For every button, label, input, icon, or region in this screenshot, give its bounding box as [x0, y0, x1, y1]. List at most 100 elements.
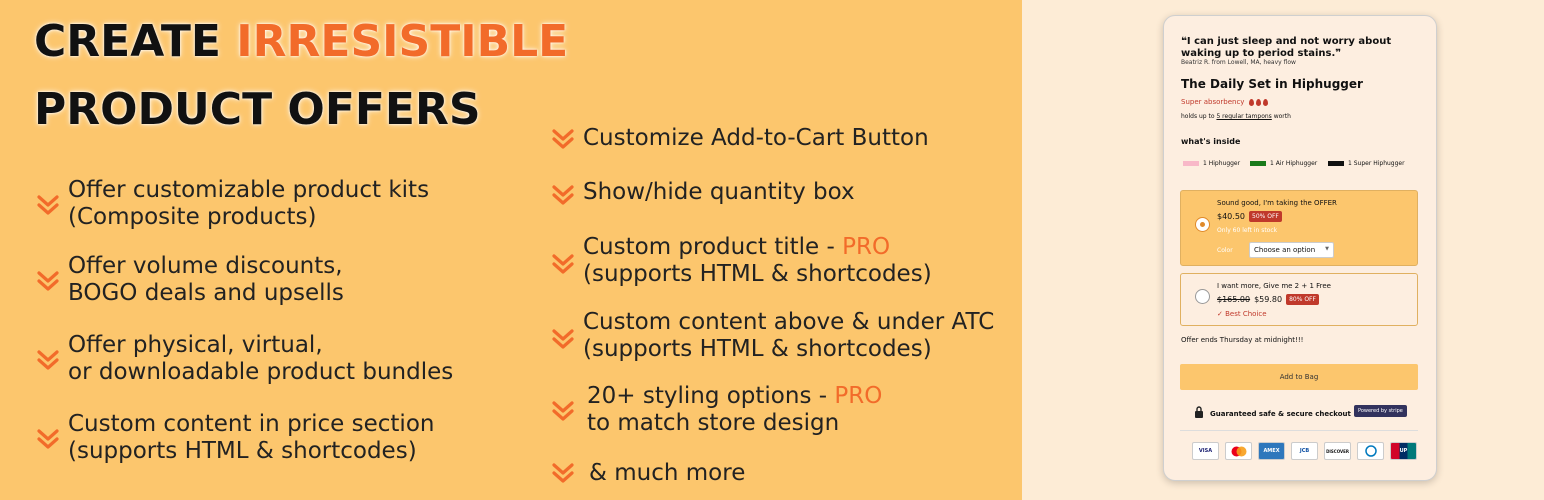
swatch-color [1250, 161, 1266, 166]
stock-text: Only 60 left in stock [1217, 227, 1278, 234]
double-chevron-icon [551, 461, 575, 485]
holds-link[interactable]: 5 regular tampons [1216, 113, 1271, 120]
feature-text: Offer physical, virtual, [68, 332, 323, 358]
best-choice-label: ✓ Best Choice [1217, 310, 1267, 318]
jcb-icon: JCB [1291, 442, 1318, 460]
secure-checkout: Guaranteed safe & secure checkout [1194, 406, 1351, 421]
swatch-color [1328, 161, 1344, 166]
divider [1180, 430, 1418, 431]
offer-title: I want more, Give me 2 + 1 Free [1217, 282, 1331, 290]
whats-inside-label: what's inside [1181, 137, 1241, 146]
visa-icon: VISA [1192, 442, 1219, 460]
offer-price: $59.80 [1254, 295, 1283, 304]
double-chevron-icon [36, 269, 60, 293]
feature-item: Offer physical, virtual, or downloadable … [36, 332, 453, 386]
offer-price-row: $165.00 $59.80 80% OFF [1217, 294, 1319, 305]
feature-item: Show/hide quantity box [551, 179, 855, 207]
feature-item: & much more [551, 460, 745, 487]
radio-selected[interactable] [1195, 217, 1210, 232]
feature-text: BOGO deals and upsells [68, 280, 344, 306]
offer-ends-text: Offer ends Thursday at midnight!!! [1181, 336, 1304, 344]
feature-item: Offer volume discounts, BOGO deals and up… [36, 253, 344, 307]
double-chevron-icon [551, 252, 575, 276]
stripe-badge: Powered by stripe [1354, 405, 1407, 417]
swatch-label: 1 Hiphugger [1203, 160, 1241, 167]
offer-title: Sound good, I'm taking the OFFER [1217, 199, 1337, 207]
feature-item: Customize Add-to-Cart Button [551, 125, 929, 152]
double-chevron-icon [551, 399, 575, 423]
double-chevron-icon [36, 193, 60, 217]
headline-line-2: PRODUCT OFFERS [34, 84, 481, 135]
feature-text: (supports HTML & shortcodes) [583, 336, 932, 362]
holds-prefix: holds up to [1181, 113, 1217, 120]
feature-text: Offer customizable product kits [68, 177, 430, 203]
feature-item: Custom content above & under ATC (support… [551, 309, 994, 363]
pro-badge: PRO [834, 383, 883, 409]
double-chevron-icon [36, 348, 60, 372]
feature-text: Custom content in price section [68, 411, 435, 437]
absorbency-text: Super absorbency [1181, 98, 1245, 106]
feature-text: Custom content above & under ATC [583, 309, 995, 335]
product-preview-card: ❝I can just sleep and not worry about wa… [1163, 15, 1437, 481]
promo-panel: CREATE IRRESISTIBLE PRODUCT OFFERS Offer… [0, 0, 1022, 500]
feature-text: (supports HTML & shortcodes) [68, 438, 417, 464]
feature-text: Custom product title - [583, 234, 843, 260]
chevron-down-icon: ▼ [1325, 246, 1329, 252]
offer-option-2[interactable]: I want more, Give me 2 + 1 Free $165.00 $… [1180, 273, 1418, 326]
payment-icons: VISA AMEX JCB DISCOVER UP [1192, 442, 1417, 460]
feature-text: or downloadable product bundles [68, 359, 454, 385]
double-chevron-icon [36, 427, 60, 451]
feature-item: Offer customizable product kits (Composit… [36, 177, 429, 231]
select-value: Choose an option [1254, 246, 1316, 254]
feature-text: Offer volume discounts, [68, 253, 343, 279]
double-chevron-icon [551, 183, 575, 207]
headline-line-1: CREATE IRRESISTIBLE [34, 16, 568, 67]
swatch-label: 1 Super Hiphugger [1348, 160, 1405, 167]
discount-badge: 50% OFF [1249, 211, 1282, 222]
offer-price: $40.50 [1217, 212, 1245, 221]
drop-icon [1255, 98, 1261, 106]
feature-item: 20+ styling options - PRO to match store … [551, 383, 882, 437]
drop-icon [1248, 98, 1254, 106]
radio-dot-icon [1200, 222, 1205, 227]
review-quote: ❝I can just sleep and not worry about wa… [1181, 36, 1392, 59]
swatch-item: 1 Hiphugger [1183, 160, 1240, 167]
headline-highlight: IRRESISTIBLE [236, 16, 569, 67]
holds-suffix: worth [1271, 113, 1291, 120]
headline-text: CREATE [34, 16, 237, 67]
holds-text: holds up to 5 regular tampons worth [1181, 113, 1291, 120]
feature-text: (supports HTML & shortcodes) [583, 261, 932, 287]
feature-text: (Composite products) [68, 204, 317, 230]
color-label: Color [1217, 247, 1233, 254]
radio-unselected[interactable] [1195, 289, 1210, 304]
feature-item: Custom product title - PRO (supports HTML… [551, 234, 932, 288]
swatch-item: 1 Super Hiphugger [1328, 160, 1405, 167]
pro-badge: PRO [842, 234, 891, 260]
product-title: The Daily Set in Hiphugger [1181, 77, 1363, 91]
swatch-label: 1 Air Hiphugger [1270, 160, 1318, 167]
offer-price-row: $40.50 50% OFF [1217, 211, 1282, 222]
amex-icon: AMEX [1258, 442, 1285, 460]
double-chevron-icon [551, 127, 575, 151]
discover-icon: DISCOVER [1324, 442, 1351, 460]
old-price: $165.00 [1217, 295, 1251, 304]
feature-text: Customize Add-to-Cart Button [583, 125, 929, 151]
drop-icon [1262, 98, 1268, 106]
feature-text: Show/hide quantity box [583, 179, 855, 205]
lock-icon [1194, 406, 1204, 421]
diners-club-icon [1357, 442, 1384, 460]
secure-text: Guaranteed safe & secure checkout [1210, 409, 1351, 418]
feature-text: to match store design [587, 410, 840, 436]
reviewer-name: Beatriz R. from Lowell, MA, heavy flow [1181, 59, 1296, 66]
offer-option-1[interactable]: Sound good, I'm taking the OFFER $40.50 5… [1180, 190, 1418, 266]
unionpay-icon: UP [1390, 442, 1417, 460]
swatch-item: 1 Air Hiphugger [1250, 160, 1317, 167]
feature-text: 20+ styling options - [587, 383, 835, 409]
absorbency-label: Super absorbency [1181, 98, 1268, 106]
color-select[interactable]: Choose an option ▼ [1249, 242, 1334, 258]
discount-badge: 80% OFF [1286, 294, 1319, 305]
feature-text: & much more [589, 460, 746, 486]
swatch-color [1183, 161, 1199, 166]
mastercard-icon [1225, 442, 1252, 460]
add-to-bag-button[interactable]: Add to Bag [1180, 364, 1418, 390]
